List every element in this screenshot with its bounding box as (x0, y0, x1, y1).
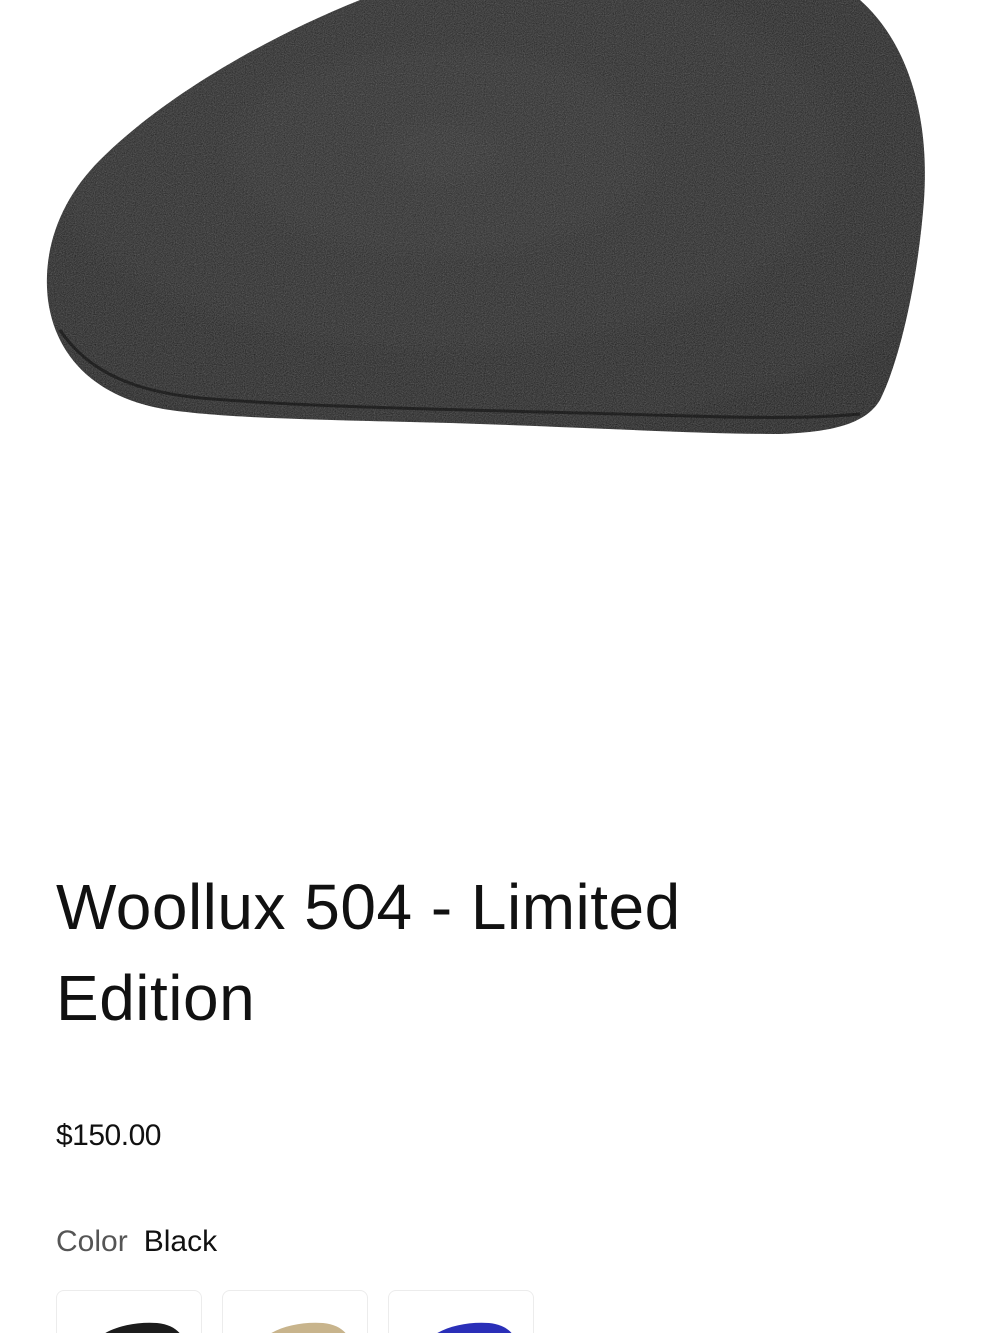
swatch-black[interactable] (56, 1290, 202, 1333)
color-swatches (56, 1290, 534, 1333)
black-cap-thumbnail-icon (105, 1322, 180, 1333)
tan-cap-thumbnail-icon (271, 1322, 346, 1333)
selected-color-value: Black (143, 1225, 218, 1258)
color-selection-row: Color Black (56, 1222, 217, 1262)
product-page: Woollux 504 - Limited Edition $150.00 Co… (0, 0, 1000, 1333)
color-label: Color (56, 1225, 128, 1258)
swatch-tan[interactable] (222, 1290, 368, 1333)
flat-cap-image (46, 0, 925, 434)
swatch-blue[interactable] (388, 1290, 534, 1333)
product-title: Woollux 504 - Limited Edition (56, 871, 681, 1034)
product-image[interactable] (0, 0, 1000, 800)
cap-crown (46, 0, 925, 434)
product-info: Woollux 504 - Limited Edition (56, 862, 936, 1044)
product-price: $150.00 (56, 1119, 161, 1152)
blue-cap-thumbnail-icon (437, 1322, 512, 1333)
